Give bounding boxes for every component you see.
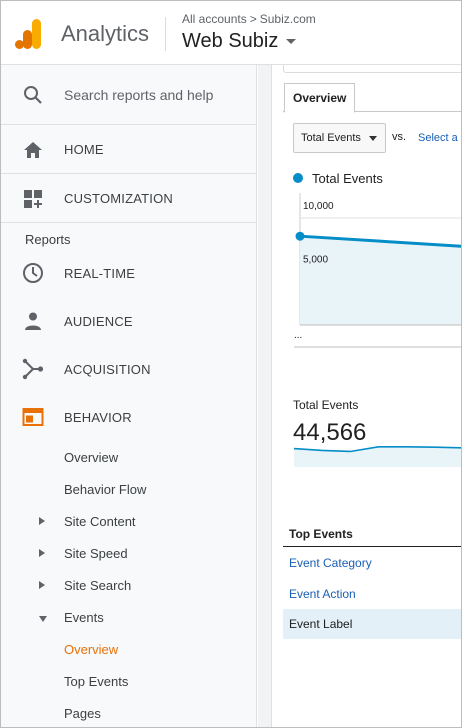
sidebar-item-label: REAL-TIME [64,265,136,281]
clock-icon [22,262,44,284]
sidebar-item-label: CUSTOMIZATION [64,191,174,206]
chart-y-tick-label: 5,000 [303,255,328,266]
sidebar-subitem-behavior-flow[interactable]: Behavior Flow [64,482,146,497]
sidebar: Search reports and help HOME CUSTOMIZATI… [1,65,257,727]
chart-data-point [295,231,305,241]
vs-label: vs. [392,131,407,143]
legend-label: Total Events [312,171,383,186]
sidebar-item-audience[interactable]: AUDIENCE [1,297,257,345]
content-gutter [258,65,272,727]
legend-dot [293,173,303,183]
expand-arrow-icon[interactable] [39,549,45,557]
select-metric-link[interactable]: Select a m [418,132,461,144]
breadcrumb-property[interactable]: Subiz.com [260,12,316,26]
sidebar-subitem-overview[interactable]: Overview [64,450,118,465]
analytics-logo-icon [15,19,41,49]
sidebar-item-label: AUDIENCE [64,313,133,329]
expand-arrow-icon[interactable] [39,517,45,525]
tab-overview[interactable]: Overview [284,83,356,113]
sidebar-item-realtime[interactable]: REAL-TIME [1,249,257,297]
expand-arrow-icon[interactable] [39,581,45,589]
sidebar-item-label: HOME [64,142,104,157]
search-icon [22,84,44,106]
sidebar-subitem-site-speed[interactable]: Site Speed [64,546,128,561]
sidebar-item-label: BEHAVIOR [64,409,132,425]
scorecard-label: Total Events [293,398,359,412]
home-icon [22,139,44,161]
dimension-event-action[interactable]: Event Action [283,579,461,609]
search-label: Search reports and help [64,86,214,103]
breadcrumb-account[interactable]: All accounts [182,12,247,26]
top-header: Analytics All accounts > Subiz.com Web Sub… [1,1,461,65]
search-reports[interactable]: Search reports and help [1,65,257,125]
sidebar-subitem-events[interactable]: Events [64,610,104,625]
chart-y-tick-label: 10,000 [303,201,334,212]
breadcrumb[interactable]: All accounts > Subiz.com [182,12,316,26]
top-events-heading: Top Events [283,521,461,547]
metric-select[interactable]: Total Events [293,123,386,153]
sidebar-subitem-pages[interactable]: Pages [64,706,101,721]
chart-x-tick-label: ... [294,330,302,341]
behavior-icon [22,406,44,428]
top-panel-edge [283,65,461,73]
sparkline [294,445,461,467]
chart-area-fill [300,236,461,325]
view-name: Web Subiz [182,30,279,52]
sidebar-item-label: ACQUISITION [64,361,151,377]
chevron-down-icon [286,39,297,45]
collapse-arrow-icon[interactable] [39,616,47,622]
breadcrumb-separator: > [249,12,257,26]
app-name: Analytics [61,21,150,46]
metric-select-value: Total Events [301,132,361,144]
sidebar-subitem-events-overview[interactable]: Overview [64,642,118,657]
total-events-chart: 10,000 5,000... [294,193,461,348]
sidebar-item-home[interactable]: HOME [1,126,257,174]
sidebar-subitem-site-content[interactable]: Site Content [64,514,136,529]
header-divider [165,17,166,51]
sidebar-item-customization[interactable]: CUSTOMIZATION [1,175,257,223]
sidebar-subitem-site-search[interactable]: Site Search [64,578,131,593]
app-window: Analytics All accounts > Subiz.com Web Sub… [0,0,462,728]
reports-heading: Reports [25,232,71,247]
sidebar-item-behavior[interactable]: BEHAVIOR [1,393,257,441]
sidebar-item-acquisition[interactable]: ACQUISITION [1,345,257,393]
main-content: Overview Total Events vs. Select a m Tot… [258,65,461,727]
acquisition-icon [22,358,44,380]
customization-icon [22,188,44,210]
chevron-down-icon [369,136,377,141]
person-icon [22,310,44,332]
view-selector[interactable]: Web Subiz [182,30,297,53]
sidebar-subitem-top-events[interactable]: Top Events [64,674,128,689]
dimension-event-label[interactable]: Event Label [283,609,461,639]
dimension-event-category[interactable]: Event Category [283,548,461,578]
